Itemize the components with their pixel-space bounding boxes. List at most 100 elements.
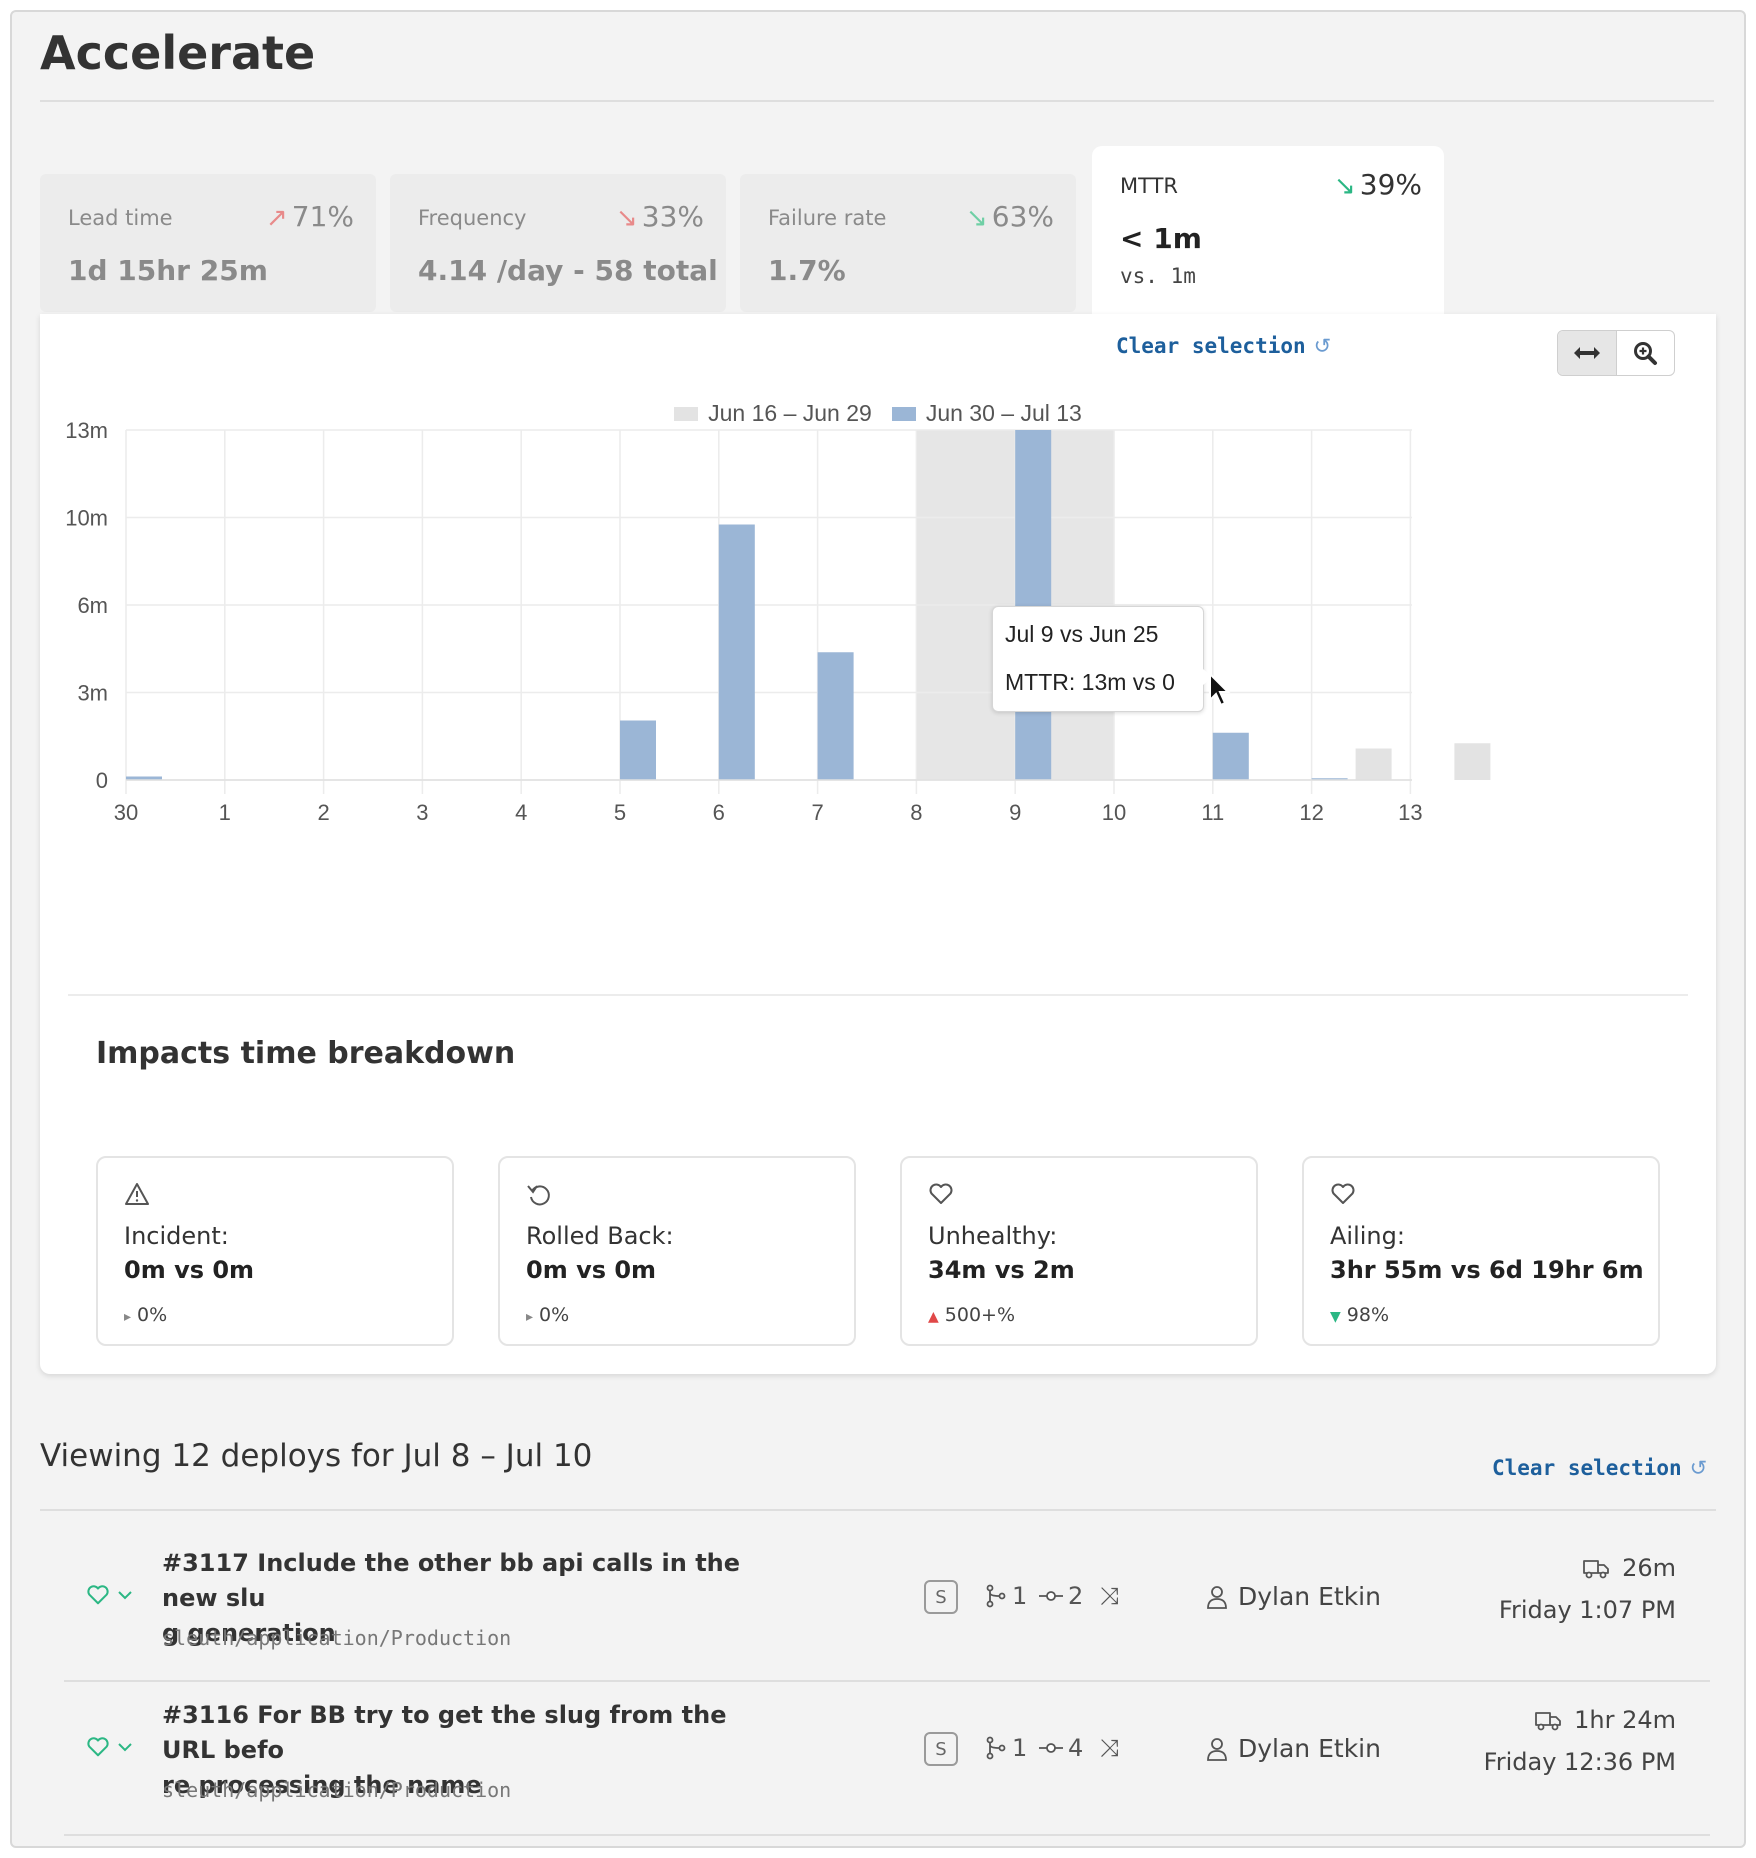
chevron-down-icon[interactable] bbox=[116, 1584, 134, 1606]
delivery-truck-icon bbox=[1583, 1560, 1609, 1579]
heart-icon bbox=[1331, 1183, 1355, 1204]
branch-icon bbox=[986, 1736, 1006, 1760]
bar-current-period bbox=[718, 524, 755, 780]
metric-label: Lead time bbox=[68, 206, 173, 230]
deploy-author: Dylan Etkin bbox=[1206, 1582, 1381, 1611]
impact-value: 0m vs 0m bbox=[526, 1256, 657, 1284]
row-divider bbox=[64, 1680, 1710, 1682]
metric-value: 4.14 /day - 58 total bbox=[418, 254, 718, 287]
mttr-chart[interactable]: 0 3m 6m 10m 13m 30 1 2 3 4 5 6 7 8 9 10 11 12 13 bbox=[40, 314, 1716, 978]
branch-count: 1 bbox=[984, 1734, 1027, 1762]
mttr-bar-chart[interactable]: 03m6m10m13m30 1 2 3 4 5 6 7 8 9 10 11 12 13 bbox=[40, 314, 1716, 974]
deploys-clear-selection-button[interactable]: Clear selection ↺ bbox=[1492, 1456, 1707, 1480]
impact-change: ▸ 0% bbox=[124, 1304, 168, 1326]
source-badge: S bbox=[924, 1732, 958, 1766]
x-tick-label: 4 bbox=[515, 800, 527, 825]
trend-down-icon: ↘ bbox=[1333, 171, 1356, 201]
trend-down-icon: ↘ bbox=[615, 203, 638, 233]
bar-current-period bbox=[620, 720, 656, 780]
x-tick-label: 2 bbox=[317, 800, 329, 825]
impact-card-unhealthy: Unhealthy: 34m vs 2m ▲ 500+% bbox=[900, 1156, 1258, 1346]
x-tick-label: 8 bbox=[910, 800, 922, 825]
trend-up-icon: ↗ bbox=[265, 203, 288, 233]
flat-indicator-icon: ▸ bbox=[124, 1309, 132, 1325]
bar-current-period bbox=[817, 652, 854, 780]
trend-down-icon: ↘ bbox=[965, 203, 988, 233]
deploy-environment-path: sleuth/application/Production bbox=[162, 1626, 512, 1650]
metric-tab-mttr[interactable]: MTTR ↘ 39% < 1m vs. 1m bbox=[1092, 146, 1444, 324]
user-icon bbox=[1207, 1737, 1227, 1761]
chart-panel: Clear selection ↺ Jun 16 – Jun 29 Jun 30… bbox=[40, 314, 1716, 1374]
x-tick-label: 12 bbox=[1299, 800, 1323, 825]
undo-icon: ↺ bbox=[1689, 1456, 1708, 1480]
impact-label: Rolled Back: bbox=[526, 1222, 674, 1250]
deploy-duration: 26m bbox=[1582, 1554, 1676, 1582]
bar-current-period bbox=[1212, 732, 1249, 780]
deploy-time: Friday 1:07 PM bbox=[1498, 1596, 1676, 1624]
bar-previous-period bbox=[1454, 743, 1491, 780]
user-icon bbox=[1207, 1585, 1227, 1609]
impact-label: Incident: bbox=[124, 1222, 229, 1250]
impact-value: 3hr 55m vs 6d 19hr 6m bbox=[1330, 1256, 1644, 1284]
bar-current-period bbox=[1015, 430, 1052, 780]
x-tick-label: 3 bbox=[416, 800, 428, 825]
shuffle-icon: ⤨ bbox=[1100, 1734, 1120, 1762]
impact-change: ▸ 0% bbox=[526, 1304, 570, 1326]
health-heart-icon bbox=[87, 1585, 109, 1605]
deploy-duration: 1hr 24m bbox=[1534, 1706, 1676, 1734]
deploy-row[interactable]: #3117 Include the other bb api calls in … bbox=[52, 1532, 1712, 1678]
metric-change: ↘ 63% bbox=[965, 200, 1054, 233]
metric-change: ↗ 71% bbox=[265, 200, 354, 233]
metric-value: 1.7% bbox=[768, 254, 846, 287]
metric-tab-lead-time[interactable]: Lead time ↗ 71% 1d 15hr 25m bbox=[40, 174, 376, 312]
page-title: Accelerate bbox=[40, 26, 316, 80]
deploy-time: Friday 12:36 PM bbox=[1483, 1748, 1676, 1776]
impact-card-incident: Incident: 0m vs 0m ▸ 0% bbox=[96, 1156, 454, 1346]
metric-label: Frequency bbox=[418, 206, 527, 230]
delivery-truck-icon bbox=[1535, 1712, 1561, 1731]
breakdown-title: Impacts time breakdown bbox=[96, 1036, 516, 1071]
y-tick-label: 6m bbox=[77, 593, 108, 618]
metric-tab-failure-rate[interactable]: Failure rate ↘ 63% 1.7% bbox=[740, 174, 1076, 312]
chevron-down-icon[interactable] bbox=[116, 1736, 134, 1758]
deploy-environment-path: sleuth/application/Production bbox=[162, 1778, 512, 1802]
title-divider bbox=[40, 100, 1714, 102]
metric-tab-frequency[interactable]: Frequency ↘ 33% 4.14 /day - 58 total bbox=[390, 174, 726, 312]
deploys-heading: Viewing 12 deploys for Jul 8 – Jul 10 bbox=[40, 1438, 593, 1474]
heart-icon bbox=[929, 1183, 953, 1204]
branch-icon bbox=[986, 1584, 1006, 1608]
deploy-author: Dylan Etkin bbox=[1206, 1734, 1381, 1763]
impact-label: Unhealthy: bbox=[928, 1222, 1058, 1250]
section-divider bbox=[68, 994, 1688, 996]
commit-count: 2 bbox=[1038, 1582, 1083, 1610]
y-tick-label: 3m bbox=[77, 681, 108, 706]
flat-indicator-icon: ▸ bbox=[526, 1309, 534, 1325]
x-tick-label: 30 bbox=[114, 800, 138, 825]
commit-icon bbox=[1039, 1591, 1063, 1601]
y-tick-label: 0 bbox=[96, 768, 108, 793]
impact-label: Ailing: bbox=[1330, 1222, 1405, 1250]
x-tick-label: 6 bbox=[713, 800, 725, 825]
source-badge: S bbox=[924, 1580, 958, 1614]
x-tick-label: 7 bbox=[811, 800, 823, 825]
x-tick-label: 11 bbox=[1201, 800, 1224, 825]
deploy-row[interactable]: #3116 For BB try to get the slug from th… bbox=[52, 1684, 1712, 1830]
commit-icon bbox=[1039, 1743, 1063, 1753]
metric-value: 1d 15hr 25m bbox=[68, 254, 268, 287]
metric-label: Failure rate bbox=[768, 206, 887, 230]
metric-value: < 1m bbox=[1120, 222, 1202, 255]
rollback-icon bbox=[527, 1185, 550, 1206]
y-tick-label: 10m bbox=[65, 506, 108, 531]
metric-change: ↘ 33% bbox=[615, 200, 704, 233]
increase-indicator-icon: ▲ bbox=[928, 1309, 939, 1325]
bar-previous-period bbox=[1355, 748, 1392, 780]
x-tick-label: 5 bbox=[614, 800, 626, 825]
tooltip-value: MTTR: 13m vs 0 bbox=[1005, 669, 1175, 695]
x-tick-label: 9 bbox=[1009, 800, 1021, 825]
impact-change: ▼ 98% bbox=[1330, 1304, 1390, 1326]
impact-change: ▲ 500+% bbox=[928, 1304, 1016, 1326]
warning-icon bbox=[125, 1183, 149, 1205]
mouse-cursor-icon bbox=[1209, 672, 1231, 707]
health-heart-icon bbox=[87, 1737, 109, 1757]
list-divider bbox=[40, 1509, 1716, 1511]
